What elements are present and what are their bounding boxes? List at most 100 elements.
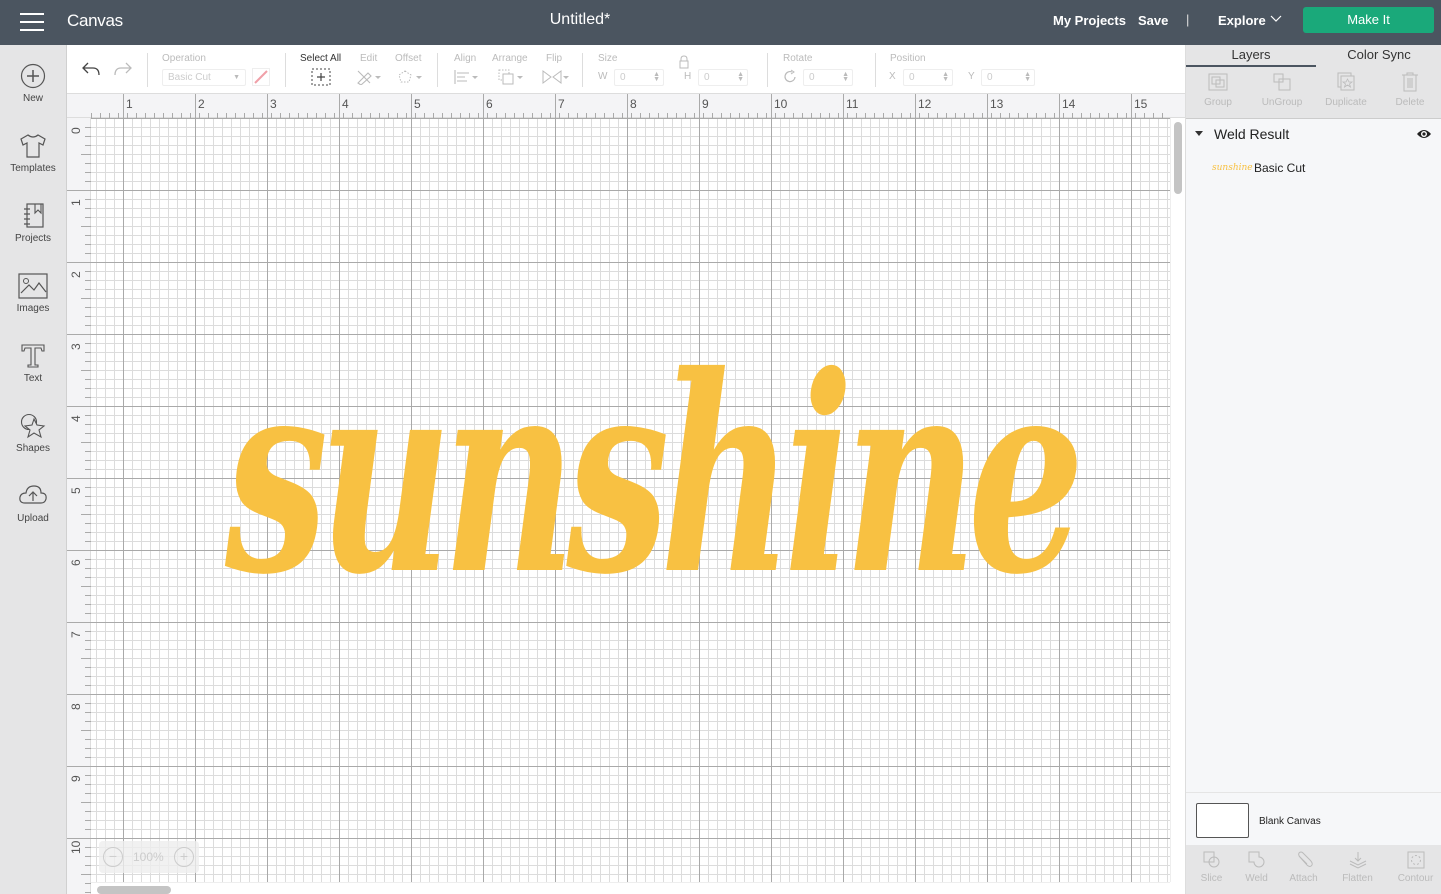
width-input[interactable]: 0 ▲ ▼ bbox=[614, 69, 664, 86]
ruler-number: 10 bbox=[69, 840, 83, 854]
toolbar-divider bbox=[875, 53, 876, 87]
save-link[interactable]: Save bbox=[1138, 13, 1168, 28]
undo-icon[interactable] bbox=[81, 61, 101, 77]
contour-button[interactable]: Contour bbox=[1390, 845, 1441, 894]
ruler-major-tick bbox=[67, 766, 91, 767]
rotate-input[interactable]: 0 ▲ ▼ bbox=[803, 69, 853, 86]
panel-tabs: Layers Color Sync bbox=[1186, 45, 1441, 67]
redo-icon[interactable] bbox=[113, 61, 133, 77]
horizontal-scroll-thumb[interactable] bbox=[97, 886, 171, 894]
layer-group-row[interactable]: Weld Result bbox=[1186, 123, 1441, 147]
flatten-button[interactable]: Flatten bbox=[1332, 845, 1383, 894]
layer-name: Basic Cut bbox=[1254, 161, 1306, 175]
height-input[interactable]: 0 ▲ ▼ bbox=[698, 69, 748, 86]
horizontal-scrollbar[interactable] bbox=[91, 882, 1170, 894]
tab-color-sync[interactable]: Color Sync bbox=[1316, 45, 1441, 67]
lock-icon[interactable] bbox=[678, 55, 690, 69]
ruler-major-tick bbox=[67, 550, 91, 551]
flip-icon[interactable] bbox=[541, 69, 571, 85]
align-icon[interactable] bbox=[454, 69, 480, 85]
panel-divider bbox=[1186, 792, 1441, 793]
ruler-number: 5 bbox=[69, 487, 83, 494]
layer-item[interactable]: sunshine Basic Cut bbox=[1186, 157, 1441, 183]
nav-images[interactable]: Images bbox=[0, 273, 66, 339]
stepper-icon[interactable]: ▲ ▼ bbox=[653, 71, 660, 83]
ruler-minor-tick bbox=[81, 874, 91, 875]
tshirt-icon bbox=[20, 134, 46, 158]
ruler-number: 8 bbox=[630, 97, 637, 111]
flip-label: Flip bbox=[546, 53, 563, 64]
stepper-icon[interactable]: ▲ ▼ bbox=[942, 71, 949, 83]
nav-new[interactable]: New bbox=[0, 63, 66, 129]
caret-down-icon[interactable] bbox=[1195, 131, 1203, 136]
select-all-icon[interactable] bbox=[311, 68, 331, 86]
nav-templates[interactable]: Templates bbox=[0, 133, 66, 199]
operation-select[interactable]: Basic Cut ▼ bbox=[162, 69, 246, 86]
zoom-in-button[interactable]: + bbox=[174, 847, 194, 867]
ruler-minor-tick bbox=[81, 514, 91, 515]
toolbar-divider bbox=[767, 53, 768, 87]
ungroup-button[interactable]: UnGroup bbox=[1250, 67, 1314, 119]
rotate-icon bbox=[784, 69, 796, 83]
tab-layers[interactable]: Layers bbox=[1186, 45, 1316, 67]
chevron-down-icon[interactable] bbox=[1269, 12, 1283, 26]
rotate-value: 0 bbox=[809, 72, 815, 83]
vertical-scroll-thumb[interactable] bbox=[1174, 122, 1182, 194]
ruler-number: 6 bbox=[69, 559, 83, 566]
duplicate-button[interactable]: Duplicate bbox=[1314, 67, 1378, 119]
x-value: 0 bbox=[909, 72, 915, 83]
offset-label: Offset bbox=[395, 53, 422, 64]
tool-label: Duplicate bbox=[1325, 97, 1367, 108]
ruler-number: 7 bbox=[558, 97, 565, 111]
nav-label: New bbox=[22, 93, 43, 104]
ruler-major-tick bbox=[67, 478, 91, 479]
plus-circle-icon bbox=[20, 63, 46, 89]
offset-icon[interactable] bbox=[397, 69, 423, 85]
zoom-out-button[interactable]: − bbox=[103, 847, 123, 867]
ruler-minor-tick bbox=[81, 154, 91, 155]
height-label: H bbox=[684, 71, 692, 82]
nav-projects[interactable]: Projects bbox=[0, 203, 66, 269]
edit-icon[interactable] bbox=[356, 69, 382, 85]
my-projects-link[interactable]: My Projects bbox=[1053, 13, 1126, 28]
y-input[interactable]: 0 ▲ ▼ bbox=[981, 69, 1035, 86]
ruler-major-tick bbox=[627, 94, 628, 118]
ruler-number: 8 bbox=[69, 703, 83, 710]
image-icon bbox=[18, 273, 48, 299]
arrange-icon[interactable] bbox=[498, 69, 526, 85]
nav-label: Shapes bbox=[16, 443, 50, 454]
attach-button[interactable]: Attach bbox=[1278, 845, 1329, 894]
pen-color-icon[interactable] bbox=[252, 68, 270, 86]
x-input[interactable]: 0 ▲ ▼ bbox=[903, 69, 953, 86]
left-sidebar: New Templates Projects Images Text Shape… bbox=[0, 45, 67, 894]
stepper-icon[interactable]: ▲ ▼ bbox=[1024, 71, 1031, 83]
stepper-icon[interactable]: ▲ ▼ bbox=[842, 71, 849, 83]
ruler-minor-tick bbox=[81, 370, 91, 371]
ruler-number: 9 bbox=[702, 97, 709, 111]
toolbar-divider bbox=[437, 53, 438, 87]
operation-label: Operation bbox=[162, 53, 206, 64]
slice-button[interactable]: Slice bbox=[1186, 845, 1237, 894]
nav-shapes[interactable]: Shapes bbox=[0, 413, 66, 479]
weld-button[interactable]: Weld bbox=[1231, 845, 1282, 894]
flatten-icon bbox=[1349, 852, 1366, 869]
y-value: 0 bbox=[987, 72, 993, 83]
sunshine-artwork[interactable]: sunshine bbox=[215, 300, 1085, 630]
explore-menu[interactable]: Explore bbox=[1218, 13, 1266, 28]
ruler-major-tick bbox=[67, 334, 91, 335]
tool-label: Group bbox=[1204, 97, 1232, 108]
group-button[interactable]: Group bbox=[1186, 67, 1250, 119]
trash-icon bbox=[1402, 72, 1418, 92]
eye-icon[interactable] bbox=[1416, 128, 1432, 140]
nav-upload[interactable]: Upload bbox=[0, 483, 66, 549]
delete-button[interactable]: Delete bbox=[1378, 67, 1441, 119]
ruler-major-tick bbox=[411, 94, 412, 118]
align-label: Align bbox=[454, 53, 477, 64]
make-it-button[interactable]: Make It bbox=[1303, 7, 1434, 33]
nav-text[interactable]: Text bbox=[0, 343, 66, 409]
vertical-scrollbar[interactable] bbox=[1170, 118, 1185, 882]
blank-canvas-swatch[interactable] bbox=[1196, 803, 1249, 838]
size-label: Size bbox=[598, 53, 618, 64]
ruler-major-tick bbox=[555, 94, 556, 118]
stepper-icon[interactable]: ▲ ▼ bbox=[737, 71, 744, 83]
